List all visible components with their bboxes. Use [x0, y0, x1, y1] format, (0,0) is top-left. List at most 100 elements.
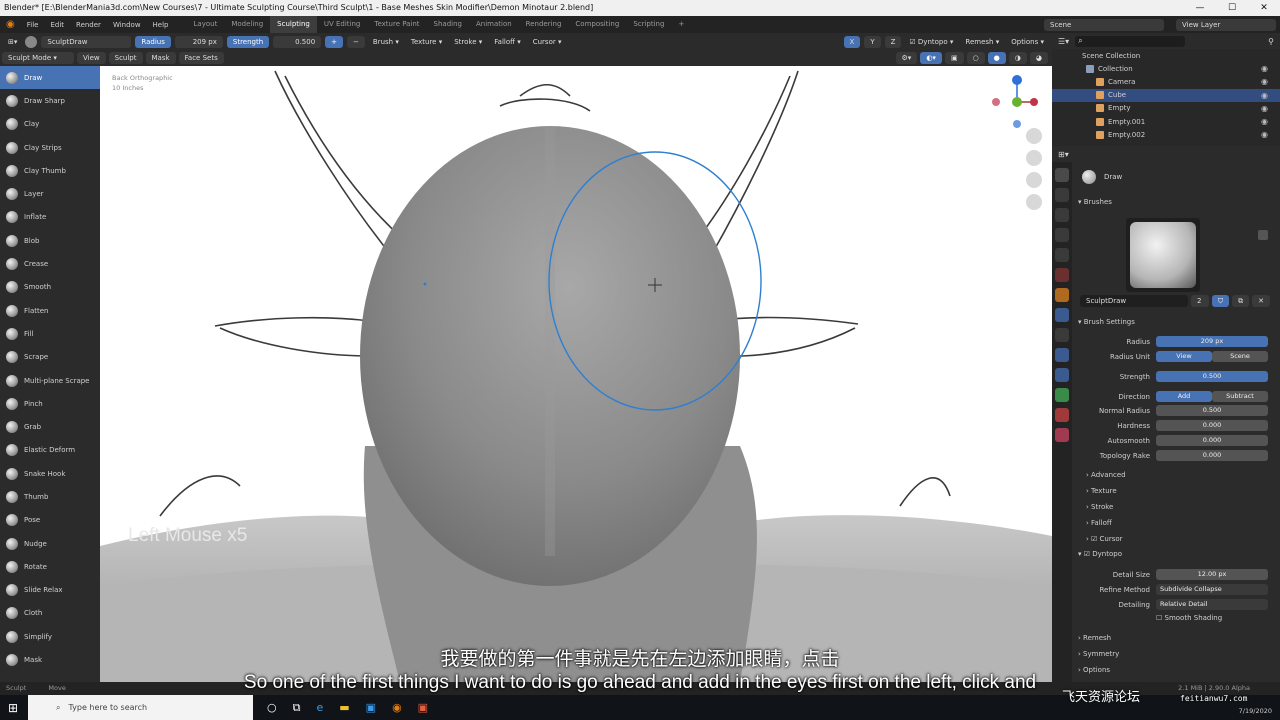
advanced-subpanel[interactable]: › Advanced: [1086, 471, 1126, 479]
view-layer-selector[interactable]: View Layer: [1176, 18, 1276, 31]
radius-value-field[interactable]: 209 px: [1156, 336, 1268, 347]
windows-start-icon[interactable]: ⊞: [8, 701, 22, 715]
blender-logo-icon[interactable]: ◉: [0, 19, 21, 30]
direction-add-button[interactable]: Add: [1156, 391, 1212, 402]
tool-draw[interactable]: Draw: [0, 66, 100, 90]
workspace-tab-uv-editing[interactable]: UV Editing: [317, 16, 368, 33]
remesh-menu[interactable]: Remesh ▾: [961, 38, 1003, 46]
brush-thumbnail[interactable]: [1126, 218, 1200, 292]
properties-editor-icon[interactable]: ⊞▾: [1058, 150, 1069, 159]
outliner-search-icon[interactable]: ⌕: [1075, 35, 1186, 47]
data-tab-icon[interactable]: [1055, 388, 1069, 402]
xray-toggle-icon[interactable]: ▣: [944, 52, 964, 64]
edge-browser-icon[interactable]: e: [316, 701, 323, 714]
world-tab-icon[interactable]: [1055, 268, 1069, 282]
tool-nudge[interactable]: Nudge: [0, 532, 100, 555]
menu-render[interactable]: Render: [70, 21, 107, 29]
falloff-subpanel[interactable]: › Falloff: [1086, 519, 1112, 527]
mode-selector[interactable]: Sculpt Mode ▾: [2, 52, 74, 64]
minimize-button[interactable]: —: [1184, 0, 1216, 16]
tool-pinch[interactable]: Pinch: [0, 392, 100, 415]
tool-clay-strips[interactable]: Clay Strips: [0, 136, 100, 159]
refine-method-dropdown[interactable]: Subdivide Collapse: [1156, 584, 1268, 595]
direction-subtract-button[interactable]: Subtract: [1212, 391, 1268, 402]
autosmooth-field[interactable]: 0.000: [1156, 435, 1268, 446]
topology-rake-field[interactable]: 0.000: [1156, 450, 1268, 461]
filter-icon[interactable]: ⚲: [1268, 37, 1274, 46]
tool-fill[interactable]: Fill: [0, 322, 100, 345]
camera-view-icon[interactable]: [1026, 172, 1042, 188]
tool-rotate[interactable]: Rotate: [0, 555, 100, 578]
editor-type-icon[interactable]: ⊞▾: [4, 38, 21, 46]
face-sets-menu[interactable]: Face Sets: [178, 52, 224, 64]
remesh-section-header[interactable]: › Remesh: [1078, 634, 1111, 642]
scene-collection-row[interactable]: Scene Collection: [1052, 49, 1280, 62]
visibility-eye-icon[interactable]: ◉: [1261, 130, 1268, 139]
tool-crease[interactable]: Crease: [0, 252, 100, 275]
tool-blob[interactable]: Blob: [0, 229, 100, 252]
radius-unit-view-button[interactable]: View: [1156, 351, 1212, 362]
strength-field[interactable]: 0.500: [273, 35, 322, 48]
outliner-item[interactable]: Cube ◉: [1052, 88, 1280, 102]
workspace-tab-animation[interactable]: Animation: [469, 16, 519, 33]
menu-file[interactable]: File: [21, 21, 45, 29]
symmetry-z-toggle[interactable]: Z: [884, 35, 902, 48]
symmetry-y-toggle[interactable]: Y: [864, 35, 881, 48]
sculpt-menu[interactable]: Sculpt: [108, 52, 143, 64]
object-tab-icon[interactable]: [1055, 288, 1069, 302]
material-tab-icon[interactable]: [1055, 408, 1069, 422]
3d-viewport[interactable]: Back Orthographic 10 Inches Left Mouse x…: [100, 66, 1052, 682]
app-icon[interactable]: ▣: [366, 701, 376, 714]
brush-users-count[interactable]: 2: [1191, 295, 1209, 307]
visibility-eye-icon[interactable]: ◉: [1261, 64, 1268, 73]
tool-slide-relax[interactable]: Slide Relax: [0, 579, 100, 602]
task-view-icon[interactable]: ⧉: [293, 701, 301, 715]
visibility-eye-icon[interactable]: ◉: [1261, 91, 1268, 100]
dyntopo-section-header[interactable]: ▾ ☑ Dyntopo: [1078, 550, 1122, 558]
normal-radius-field[interactable]: 0.500: [1156, 405, 1268, 416]
texture-menu[interactable]: Texture ▾: [407, 38, 446, 46]
smooth-shading-checkbox[interactable]: ☐ Smooth Shading: [1156, 614, 1222, 622]
brush-name-field[interactable]: SculptDraw: [41, 35, 132, 48]
navigation-gizmo[interactable]: [982, 70, 1042, 134]
physics-tab-icon[interactable]: [1055, 348, 1069, 362]
brush-settings-section-header[interactable]: ▾ Brush Settings: [1078, 318, 1135, 326]
wireframe-shading-icon[interactable]: ○: [966, 52, 985, 64]
stroke-subpanel[interactable]: › Stroke: [1086, 503, 1113, 511]
solid-shading-icon[interactable]: ●: [987, 52, 1006, 64]
taskbar-search-box[interactable]: ⌕ Type here to search: [28, 695, 253, 720]
tool-multi-plane-scrape[interactable]: Multi-plane Scrape: [0, 369, 100, 392]
tool-cloth[interactable]: Cloth: [0, 602, 100, 625]
options-menu[interactable]: Options ▾: [1007, 38, 1048, 46]
tool-thumb[interactable]: Thumb: [0, 485, 100, 508]
pan-icon[interactable]: [1026, 150, 1042, 166]
tool-tab-icon[interactable]: [1055, 168, 1069, 182]
stroke-menu[interactable]: Stroke ▾: [450, 38, 486, 46]
tool-clay-thumb[interactable]: Clay Thumb: [0, 159, 100, 182]
visibility-eye-icon[interactable]: ◉: [1261, 77, 1268, 86]
view-layer-tab-icon[interactable]: [1055, 228, 1069, 242]
outliner-item[interactable]: Empty.001 ◉: [1052, 115, 1280, 128]
tool-layer[interactable]: Layer: [0, 182, 100, 205]
workspace-tab-sculpting[interactable]: Sculpting: [270, 16, 317, 33]
render-tab-icon[interactable]: [1055, 188, 1069, 202]
add-workspace-icon[interactable]: +: [671, 16, 691, 33]
constraints-tab-icon[interactable]: [1055, 368, 1069, 382]
radius-unit-scene-button[interactable]: Scene: [1212, 351, 1268, 362]
outliner-item[interactable]: Camera ◉: [1052, 75, 1280, 88]
view-menu[interactable]: View: [77, 52, 106, 64]
hardness-field[interactable]: 0.000: [1156, 420, 1268, 431]
tool-snake-hook[interactable]: Snake Hook: [0, 462, 100, 485]
cursor-subpanel[interactable]: › ☑ Cursor: [1086, 535, 1123, 543]
visibility-eye-icon[interactable]: ◉: [1261, 104, 1268, 113]
tool-scrape[interactable]: Scrape: [0, 346, 100, 369]
ortho-toggle-icon[interactable]: [1026, 194, 1042, 210]
scene-tab-icon[interactable]: [1055, 248, 1069, 262]
subtract-direction-button[interactable]: −: [347, 35, 365, 48]
tool-flatten[interactable]: Flatten: [0, 299, 100, 322]
zoom-icon[interactable]: [1026, 128, 1042, 144]
brush-preview-icon[interactable]: [25, 35, 38, 48]
tool-clay[interactable]: Clay: [0, 113, 100, 136]
cursor-menu[interactable]: Cursor ▾: [529, 38, 566, 46]
workspace-tab-layout[interactable]: Layout: [187, 16, 225, 33]
